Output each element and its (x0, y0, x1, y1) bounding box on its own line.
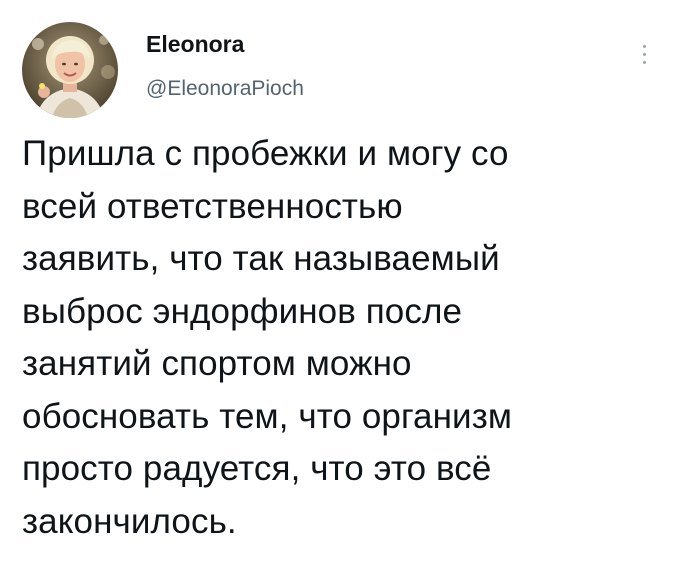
author-names: Eleonora @EleonoraPioch (146, 30, 304, 102)
tweet-header: Eleonora @EleonoraPioch (22, 22, 662, 118)
tweet-card: Eleonora @EleonoraPioch Пришла с пробежк… (0, 0, 680, 580)
tweet-text: Пришла с пробежки и могу со всей ответст… (22, 134, 513, 541)
avatar[interactable] (22, 22, 118, 118)
author-display-name[interactable]: Eleonora (146, 30, 304, 58)
more-vertical-icon[interactable] (632, 40, 656, 80)
avatar-photo-icon (22, 22, 118, 118)
author-handle[interactable]: @EleonoraPioch (146, 76, 304, 102)
